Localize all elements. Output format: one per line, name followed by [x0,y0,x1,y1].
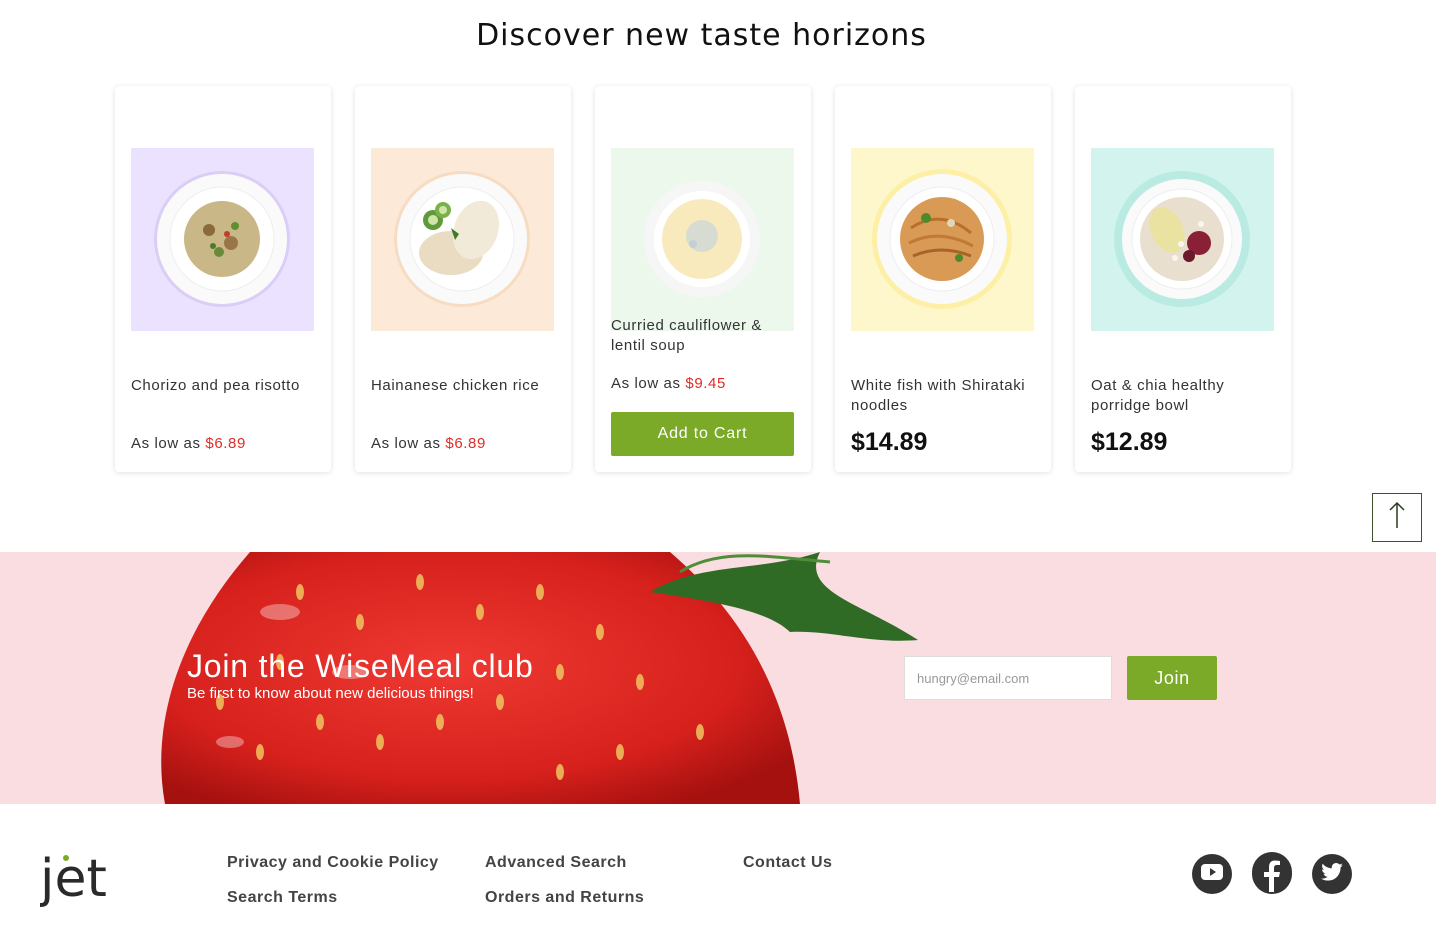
product-grid: Chorizo and pea risotto As low as $6.89 … [115,86,1291,472]
twitter-link[interactable] [1312,854,1352,894]
svg-text:jet: jet [40,852,107,908]
arrow-up-icon [1387,500,1407,535]
join-button[interactable]: Join [1127,656,1217,700]
newsletter-subtitle: Be first to know about new delicious thi… [187,685,474,702]
product-image[interactable] [131,148,314,331]
newsletter-title: Join the WiseMeal club [187,648,534,684]
product-image[interactable] [371,148,554,331]
product-name[interactable]: Hainanese chicken rice [371,376,561,396]
email-field[interactable] [904,656,1112,700]
product-name[interactable]: Curried cauliflower & lentil soup [611,316,801,356]
newsletter-section: Join the WiseMeal club Be first to know … [0,552,1436,804]
twitter-icon [1321,862,1343,886]
back-to-top-button[interactable] [1372,493,1422,542]
product-card[interactable]: Chorizo and pea risotto As low as $6.89 [115,86,331,472]
product-price: As low as $6.89 [131,435,246,452]
product-image[interactable] [1091,148,1274,331]
footer-link-privacy[interactable]: Privacy and Cookie Policy [227,854,439,872]
product-image[interactable] [611,148,794,331]
product-card[interactable]: Oat & chia healthy porridge bowl $12.89 [1075,86,1291,472]
footer-link-contact[interactable]: Contact Us [743,854,832,872]
product-price: As low as $9.45 [611,375,726,392]
product-card[interactable]: Hainanese chicken rice As low as $6.89 [355,86,571,472]
product-image[interactable] [851,148,1034,331]
price-value: $6.89 [445,435,486,452]
product-name[interactable]: Chorizo and pea risotto [131,376,321,396]
product-name[interactable]: White fish with Shirataki noodles [851,376,1041,416]
price-prefix: As low as [611,375,681,392]
price-prefix: As low as [131,435,201,452]
add-to-cart-button[interactable]: Add to Cart [611,412,794,456]
product-price: As low as $6.89 [371,435,486,452]
product-card[interactable]: Curried cauliflower & lentil soup As low… [595,86,811,472]
product-price: $14.89 [851,428,928,456]
product-price: $12.89 [1091,428,1168,456]
footer: jet Privacy and Cookie Policy Search Ter… [0,804,1436,939]
facebook-link[interactable] [1252,851,1292,897]
youtube-icon [1201,863,1223,885]
price-prefix: As low as [371,435,441,452]
product-name[interactable]: Oat & chia healthy porridge bowl [1091,376,1281,416]
footer-link-advanced-search[interactable]: Advanced Search [485,854,627,872]
price-value: $6.89 [205,435,246,452]
footer-link-orders-returns[interactable]: Orders and Returns [485,889,644,907]
facebook-icon [1252,851,1292,897]
product-card[interactable]: White fish with Shirataki noodles $14.89 [835,86,1051,472]
price-value: $9.45 [685,375,726,392]
footer-link-search-terms[interactable]: Search Terms [227,889,338,907]
section-title: Discover new taste horizons [476,18,927,53]
youtube-link[interactable] [1192,854,1232,894]
jet-logo[interactable]: jet [39,849,126,913]
